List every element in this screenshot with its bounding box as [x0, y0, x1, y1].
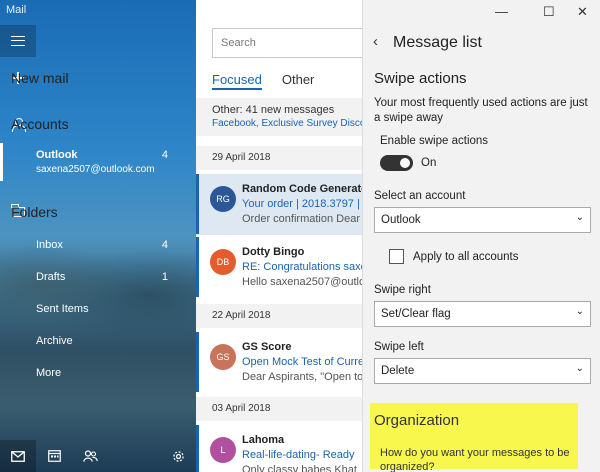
avatar: L	[210, 437, 236, 463]
selection-indicator	[0, 143, 3, 181]
folder-count: 1	[161, 271, 168, 283]
dropdown-value: Delete	[381, 365, 415, 377]
folder-name: Sent Items	[36, 303, 89, 315]
people-icon	[82, 450, 98, 462]
swipe-right-label: Swipe right	[374, 284, 431, 296]
mail-icon	[11, 450, 25, 462]
settings-flyout: — ☐ ✕ ‹ Message list Swipe actions Your …	[362, 0, 600, 472]
gear-icon	[172, 450, 184, 462]
mail-switch-button[interactable]	[0, 440, 36, 472]
date-header: 03 April 2018	[196, 397, 362, 421]
account-name: Outlook	[36, 149, 78, 161]
enable-swipe-toggle[interactable]	[380, 155, 413, 171]
avatar: RG	[210, 186, 236, 212]
close-button[interactable]: ✕	[577, 4, 588, 20]
message-item[interactable]: L Lahoma Real-life-dating- Ready Only cl…	[196, 425, 362, 472]
folder-item-drafts[interactable]: Drafts 1	[0, 267, 196, 289]
calendar-switch-button[interactable]	[36, 440, 72, 472]
message-preview: Order confirmation Dear	[242, 213, 360, 225]
toggle-state: On	[421, 157, 437, 169]
date-header: 29 April 2018	[196, 146, 362, 170]
people-switch-button[interactable]	[72, 440, 108, 472]
hamburger-menu-button[interactable]	[0, 25, 36, 57]
avatar: GS	[210, 344, 236, 370]
new-mail-label: New mail	[11, 70, 69, 86]
message-preview: Hello saxena2507@outlook	[242, 276, 362, 288]
message-item[interactable]: RG Random Code Generator Your order | 20…	[196, 174, 362, 234]
folders-button[interactable]: Folders	[0, 202, 196, 222]
chevron-down-icon: ⌄	[575, 363, 584, 374]
folder-item-inbox[interactable]: Inbox 4	[0, 235, 196, 257]
swipe-right-dropdown[interactable]: Set/Clear flag ⌄	[374, 301, 591, 327]
other-messages-banner[interactable]: Other: 41 new messages Facebook, Exclusi…	[196, 98, 362, 136]
new-mail-button[interactable]: New mail	[0, 68, 196, 88]
search-input[interactable]: Search	[212, 28, 362, 58]
message-sender: Dotty Bingo	[242, 246, 305, 258]
navigation-pane: Mail New mail Accounts Outlook saxena250…	[0, 0, 196, 472]
app-title: Mail	[6, 4, 27, 16]
panel-title: Message list	[393, 34, 482, 51]
folder-name: More	[36, 367, 62, 379]
chevron-down-icon: ⌄	[575, 306, 584, 317]
accounts-button[interactable]: Accounts	[0, 114, 196, 134]
unread-count: 4	[161, 149, 168, 161]
folder-count: 4	[161, 239, 168, 251]
avatar: DB	[210, 249, 236, 275]
settings-button[interactable]	[160, 440, 196, 472]
back-button[interactable]: ‹	[373, 33, 378, 50]
unread-indicator	[196, 425, 199, 472]
banner-senders: Facebook, Exclusive Survey Discou	[212, 118, 362, 129]
account-email: saxena2507@outlook.com	[36, 164, 155, 175]
message-subject: Open Mock Test of Current	[242, 356, 362, 368]
highlight-box	[370, 403, 578, 469]
date-header: 22 April 2018	[196, 304, 362, 328]
enable-swipe-label: Enable swipe actions	[380, 135, 489, 147]
dropdown-value: Set/Clear flag	[381, 308, 451, 320]
swipe-left-dropdown[interactable]: Delete ⌄	[374, 358, 591, 384]
select-account-label: Select an account	[374, 190, 466, 202]
apply-all-checkbox[interactable]	[389, 249, 404, 264]
section-description: Your most frequently used actions are ju…	[374, 97, 588, 124]
banner-count: Other: 41 new messages	[212, 104, 335, 116]
message-sender: GS Score	[242, 341, 292, 353]
message-sender: Lahoma	[242, 434, 285, 446]
swipe-left-label: Swipe left	[374, 341, 424, 353]
folder-name: Inbox	[36, 239, 63, 251]
minimize-button[interactable]: —	[495, 4, 508, 19]
app-switcher-bar	[0, 440, 196, 472]
folder-item-archive[interactable]: Archive	[0, 331, 196, 353]
message-preview: Only classy babes Khat	[242, 464, 357, 472]
hamburger-icon	[11, 36, 25, 46]
inbox-tabs: Focused Other	[212, 72, 334, 90]
calendar-icon	[47, 450, 61, 462]
selection-indicator	[196, 174, 199, 234]
message-preview: Dear Aspirants, "Open to	[242, 371, 362, 383]
apply-all-label: Apply to all accounts	[413, 251, 519, 263]
message-item[interactable]: GS GS Score Open Mock Test of Current De…	[196, 332, 362, 392]
account-dropdown[interactable]: Outlook ⌄	[374, 207, 591, 233]
folder-item-sent-items[interactable]: Sent Items	[0, 299, 196, 321]
folder-name: Archive	[36, 335, 73, 347]
folders-label: Folders	[11, 204, 58, 220]
section-title: Swipe actions	[374, 70, 467, 87]
dropdown-value: Outlook	[381, 214, 421, 226]
toggle-knob	[400, 158, 410, 168]
folder-item-more[interactable]: More	[0, 363, 196, 385]
message-subject: Real-life-dating- Ready	[242, 449, 355, 461]
message-subject: Your order | 2018.3797 | Random	[242, 198, 362, 210]
tab-focused[interactable]: Focused	[212, 72, 262, 90]
folder-name: Drafts	[36, 271, 66, 283]
chevron-down-icon: ⌄	[575, 212, 584, 223]
divider	[196, 234, 362, 235]
unread-indicator	[196, 237, 199, 297]
account-item-outlook[interactable]: Outlook saxena2507@outlook.com 4	[0, 143, 196, 181]
message-sender: Random Code Generator	[242, 183, 362, 195]
message-item[interactable]: DB Dotty Bingo RE: Congratulations saxen…	[196, 237, 362, 297]
message-list-pane: Search Focused Other Other: 41 new messa…	[196, 0, 362, 472]
message-subject: RE: Congratulations saxena	[242, 261, 362, 273]
unread-indicator	[196, 332, 199, 392]
maximize-button[interactable]: ☐	[543, 4, 555, 20]
accounts-label: Accounts	[11, 116, 69, 132]
tab-other[interactable]: Other	[282, 72, 315, 90]
